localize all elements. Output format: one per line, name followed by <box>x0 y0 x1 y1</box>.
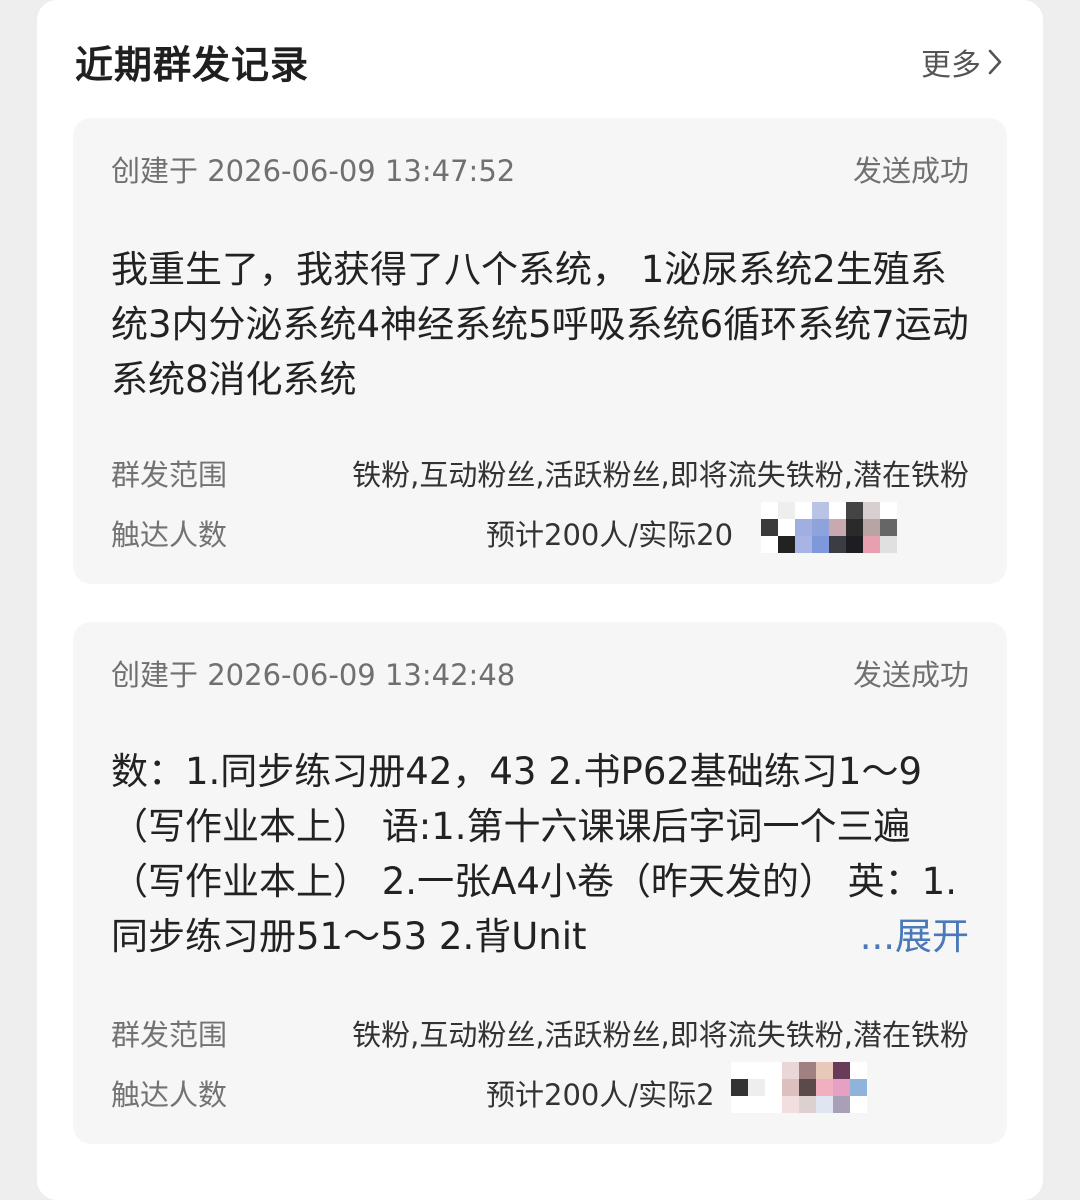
scope-label: 群发范围 <box>111 1018 228 1052</box>
text-fade <box>769 909 860 964</box>
reach-row: 触达人数 预计200人/实际20 <box>111 502 969 556</box>
expand-container: ...展开 <box>769 909 969 964</box>
expand-link[interactable]: ...展开 <box>859 909 969 964</box>
scope-row: 群发范围 铁粉,互动粉丝,活跃粉丝,即将流失铁粉,潜在铁粉 <box>111 452 969 496</box>
scope-value: 铁粉,互动粉丝,活跃粉丝,即将流失铁粉,潜在铁粉 <box>352 458 969 492</box>
record-meta: 创建于 2026-06-09 13:42:48 发送成功 <box>111 652 969 692</box>
more-label: 更多 <box>921 48 981 83</box>
more-link[interactable]: 更多 <box>921 40 1003 84</box>
scope-label: 群发范围 <box>111 458 228 492</box>
panel-header: 近期群发记录 更多 <box>75 30 1003 90</box>
reach-value: 预计200人/实际20 <box>486 518 734 552</box>
reach-value: 预计200人/实际2 <box>486 1078 715 1112</box>
reach-label: 触达人数 <box>111 1078 228 1112</box>
send-status: 发送成功 <box>852 658 969 692</box>
redacted-mosaic <box>761 502 897 553</box>
send-status: 发送成功 <box>852 154 969 188</box>
created-time: 创建于 2026-06-09 13:47:52 <box>111 154 516 188</box>
chevron-right-icon <box>988 49 1002 75</box>
record-meta: 创建于 2026-06-09 13:47:52 发送成功 <box>111 148 969 188</box>
reach-label: 触达人数 <box>111 518 228 552</box>
scope-row: 群发范围 铁粉,互动粉丝,活跃粉丝,即将流失铁粉,潜在铁粉 <box>111 1012 969 1056</box>
reach-row: 触达人数 预计200人/实际2 <box>111 1062 969 1116</box>
created-time: 创建于 2026-06-09 13:42:48 <box>111 658 516 692</box>
record-card[interactable]: 创建于 2026-06-09 13:47:52 发送成功 我重生了，我获得了八个… <box>73 118 1007 584</box>
record-card[interactable]: 创建于 2026-06-09 13:42:48 发送成功 数：1.同步练习册42… <box>73 622 1007 1144</box>
group-message-panel: 近期群发记录 更多 创建于 2026-06-09 13:47:52 发送成功 我… <box>37 0 1043 1200</box>
message-content: 我重生了，我获得了八个系统， 1泌尿系统2生殖系统3内分泌系统4神经系统5呼吸系… <box>111 248 969 401</box>
redacted-mosaic <box>731 1062 867 1113</box>
message-content: 数：1.同步练习册42，43 2.书P62基础练习1～9（写作业本上） 语:1.… <box>111 744 969 964</box>
section-title: 近期群发记录 <box>75 43 310 87</box>
scope-value: 铁粉,互动粉丝,活跃粉丝,即将流失铁粉,潜在铁粉 <box>352 1018 969 1052</box>
